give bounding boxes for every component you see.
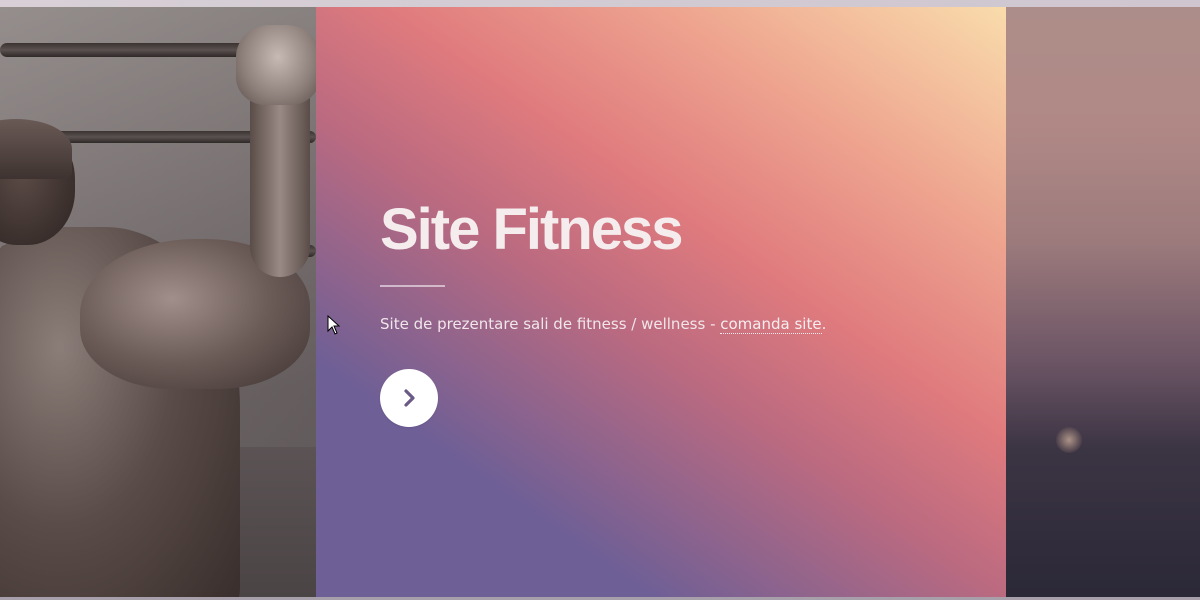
description-suffix: . bbox=[821, 315, 827, 333]
chevron-right-icon bbox=[404, 389, 415, 407]
order-site-link[interactable]: comanda site bbox=[720, 315, 822, 334]
light-glow bbox=[1056, 427, 1082, 453]
fitness-photo-right bbox=[1006, 7, 1200, 597]
hero-slide: Site Fitness Site de prezentare sali de … bbox=[316, 7, 1006, 597]
title-divider bbox=[380, 285, 445, 287]
hero-description: Site de prezentare sali de fitness / wel… bbox=[380, 315, 827, 334]
athlete-hand bbox=[236, 25, 316, 105]
top-strip bbox=[0, 0, 1200, 7]
mouse-cursor-icon bbox=[327, 315, 341, 335]
next-slide-button[interactable] bbox=[380, 369, 438, 427]
fitness-photo-left bbox=[0, 7, 316, 597]
description-text: Site de prezentare sali de fitness / wel… bbox=[380, 315, 721, 333]
hero-title: Site Fitness bbox=[380, 197, 684, 262]
